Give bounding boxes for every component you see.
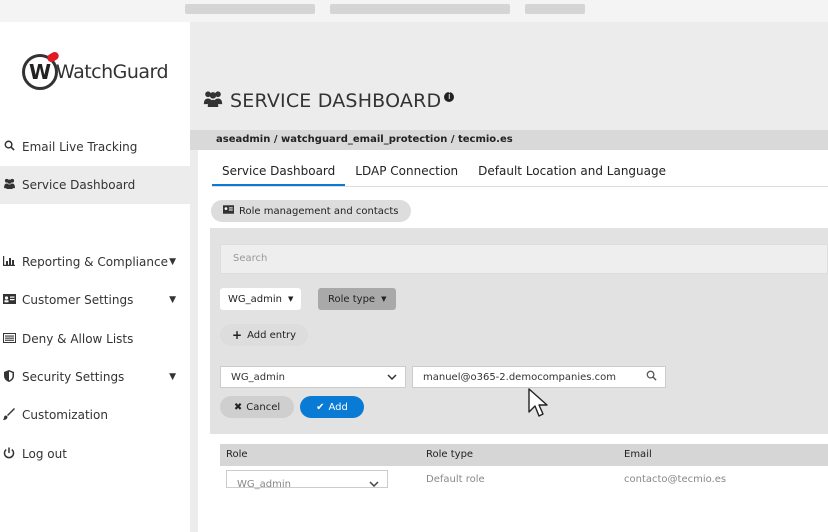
info-icon[interactable]: i [444, 92, 455, 102]
sidebar-item-label: Email Live Tracking [22, 140, 138, 154]
shield-icon [2, 369, 16, 385]
brush-icon [2, 407, 16, 423]
blurred-text [525, 4, 585, 14]
id-card-icon [2, 293, 16, 307]
cancel-button[interactable]: ✖ Cancel [220, 396, 294, 418]
search-icon [2, 140, 16, 154]
role-type-filter-dropdown[interactable]: Role type ▼ [318, 288, 397, 310]
add-entry-button[interactable]: + Add entry [220, 324, 309, 346]
row-role-type: Default role [426, 474, 485, 485]
sidebar-item-customer-settings[interactable]: Customer Settings ▼ [0, 282, 190, 318]
blurred-text [185, 4, 315, 14]
sidebar-item-customization[interactable]: Customization [0, 397, 190, 433]
check-icon: ✔ [316, 401, 325, 413]
sidebar-item-email-live-tracking[interactable]: Email Live Tracking [0, 129, 190, 165]
list-icon [2, 332, 16, 346]
add-button[interactable]: ✔ Add [300, 396, 364, 418]
bar-chart-icon [2, 255, 16, 269]
caret-down-icon: ▼ [381, 295, 387, 303]
tab-bar: Service Dashboard LDAP Connection Defaul… [212, 160, 676, 186]
sidebar-item-label: Customer Settings [22, 293, 134, 307]
role-filter-value: WG_admin [228, 293, 282, 305]
role-filter-dropdown[interactable]: WG_admin ▼ [220, 288, 302, 310]
sidebar-item-deny-allow-lists[interactable]: Deny & Allow Lists [0, 321, 190, 357]
roles-table: Role Role type Email WG_admin Default ro… [220, 444, 828, 532]
sidebar-item-log-out[interactable]: Log out [0, 436, 190, 472]
role-select[interactable]: WG_admin [220, 366, 406, 388]
logo-mark: W [22, 50, 61, 90]
sidebar-item-label: Deny & Allow Lists [22, 332, 134, 346]
plus-icon: + [232, 328, 243, 342]
dashboard-panel: Service Dashboard LDAP Connection Defaul… [198, 150, 828, 532]
browser-top-strip [0, 0, 828, 22]
email-field-value: manuel@o365-2.democompanies.com [423, 371, 617, 383]
page-title: SERVICE DASHBOARD i [202, 90, 455, 112]
chevron-down-icon [369, 479, 379, 490]
role-management-label: Role management and contacts [239, 205, 399, 217]
tab-default-location-language[interactable]: Default Location and Language [468, 160, 676, 186]
row-role-value: WG_admin [237, 479, 291, 490]
caret-down-icon: ▼ [169, 295, 176, 305]
row-email: contacto@tecmio.es [624, 474, 727, 485]
sidebar-item-security-settings[interactable]: Security Settings ▼ [0, 359, 190, 395]
cancel-label: Cancel [246, 401, 281, 413]
column-header-role[interactable]: Role [226, 444, 248, 466]
sidebar-item-service-dashboard[interactable]: Service Dashboard [0, 166, 190, 204]
caret-down-icon: ▼ [287, 295, 294, 303]
sidebar-item-reporting-compliance[interactable]: Reporting & Compliance ▼ [0, 244, 190, 280]
email-field[interactable]: manuel@o365-2.democompanies.com [412, 366, 666, 388]
role-select-value: WG_admin [231, 371, 285, 383]
sidebar-item-label: Security Settings [22, 370, 125, 384]
blurred-text [330, 4, 510, 14]
caret-down-icon: ▼ [169, 372, 176, 382]
sidebar-item-label: Log out [22, 447, 67, 461]
role-type-filter-value: Role type [328, 293, 376, 305]
sidebar-item-label: Customization [22, 408, 108, 422]
users-icon [202, 90, 224, 112]
power-icon [2, 447, 16, 462]
search-input[interactable]: Search [220, 244, 828, 274]
id-card-icon [223, 205, 234, 217]
add-entry-label: Add entry [247, 329, 297, 341]
column-header-email[interactable]: Email [624, 444, 652, 466]
caret-down-icon: ▼ [169, 257, 176, 267]
main-content: SERVICE DASHBOARD i aseadmin / watchguar… [190, 22, 828, 532]
close-icon: ✖ [233, 401, 243, 413]
row-role-select[interactable]: WG_admin [226, 470, 388, 490]
role-management-button[interactable]: Role management and contacts [211, 200, 411, 222]
users-icon [2, 178, 16, 192]
table-header: Role Role type Email [220, 444, 828, 466]
chevron-down-icon [387, 372, 397, 383]
add-label: Add [328, 401, 348, 413]
tab-ldap-connection[interactable]: LDAP Connection [345, 160, 468, 186]
role-management-box: Search WG_admin ▼ Role type ▼ + Add entr… [210, 228, 828, 434]
tab-service-dashboard[interactable]: Service Dashboard [212, 160, 346, 186]
page-title-text: SERVICE DASHBOARD [230, 90, 442, 112]
column-header-role-type[interactable]: Role type [426, 444, 473, 466]
tab-divider [212, 186, 828, 187]
breadcrumb: aseadmin / watchguard_email_protection /… [190, 130, 828, 150]
sidebar: W WatchGuard Email Live Tracking Service… [0, 22, 190, 532]
table-row: WG_admin Default role contacto@tecmio.es [220, 466, 828, 492]
watchguard-logo[interactable]: W WatchGuard [22, 50, 169, 92]
sidebar-item-label: Reporting & Compliance [22, 255, 168, 269]
logo-text: WatchGuard [56, 61, 169, 83]
sidebar-item-label: Service Dashboard [22, 178, 136, 192]
mouse-cursor-icon [528, 388, 548, 417]
search-icon[interactable] [646, 370, 657, 384]
